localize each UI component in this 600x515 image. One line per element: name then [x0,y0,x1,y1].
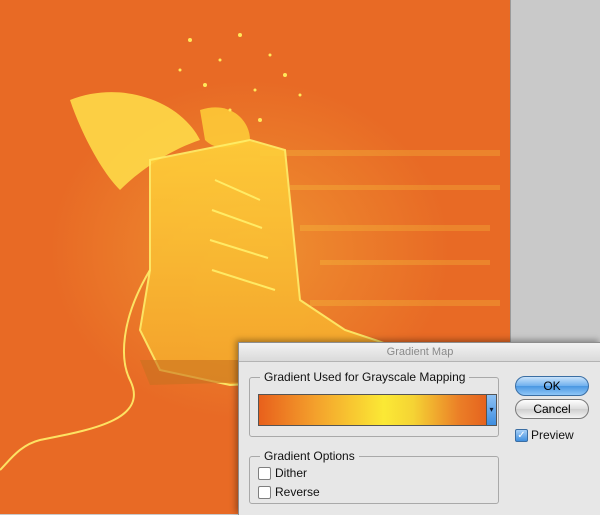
gradient-mapping-group: Gradient Used for Grayscale Mapping ▾ [249,370,499,437]
gradient-preview-field[interactable] [258,394,486,426]
gradient-group-label: Gradient Used for Grayscale Mapping [260,370,470,384]
gradient-options-group: Gradient Options Dither Reverse [249,449,499,504]
gradient-map-dialog: Gradient Map Gradient Used for Grayscale… [238,342,600,515]
gradient-dropdown-arrow-icon[interactable]: ▾ [486,394,497,426]
cancel-button[interactable]: Cancel [515,399,589,419]
dialog-title: Gradient Map [239,343,600,362]
reverse-label: Reverse [275,485,320,499]
dither-label: Dither [275,466,308,480]
preview-label: Preview [531,428,574,442]
ok-button[interactable]: OK [515,376,589,396]
dither-checkbox[interactable] [258,467,271,480]
options-group-label: Gradient Options [260,449,359,463]
reverse-checkbox[interactable] [258,486,271,499]
preview-checkbox[interactable]: ✓ [515,429,528,442]
